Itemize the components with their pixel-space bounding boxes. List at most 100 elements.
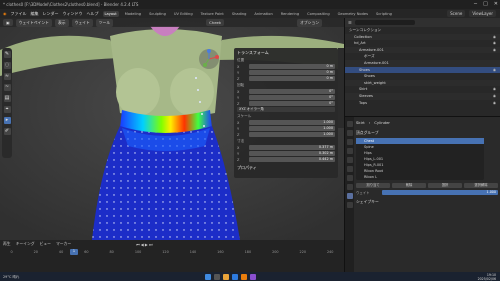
draw-tool-icon[interactable]: ✎: [3, 51, 11, 58]
outliner-item[interactable]: skirt_weight: [345, 79, 500, 87]
blender-logo-icon[interactable]: ◉: [3, 11, 7, 16]
location-z-field[interactable]: Z 0 m: [237, 76, 335, 81]
vertex-groups-header[interactable]: 頂点グループ: [356, 130, 498, 136]
outliner-item[interactable]: シーンコレクション: [345, 27, 500, 34]
workspace-tab-scripting[interactable]: Scripting: [374, 11, 394, 17]
smear-tool-icon[interactable]: ~: [3, 84, 11, 91]
dimensions-x-field[interactable]: X 0.377 m: [237, 145, 335, 150]
system-clock[interactable]: 19:10 2025/02/06: [478, 273, 496, 281]
scale-x-field[interactable]: X 1.000: [237, 120, 335, 125]
object-tab-icon[interactable]: [346, 166, 353, 172]
transform-header[interactable]: トランスフォーム: [237, 50, 335, 56]
workspace-tab-texture-paint[interactable]: Texture Paint: [199, 11, 226, 17]
eye-icon[interactable]: ◉: [493, 100, 496, 107]
outliner-item-selected[interactable]: Shoes ◉: [345, 66, 500, 74]
workspace-tab-animation[interactable]: Animation: [252, 11, 274, 17]
workspace-tab-geometry-nodes[interactable]: Geometry Nodes: [336, 11, 370, 17]
menu-edit[interactable]: 編集: [31, 11, 39, 17]
shape-keys-header[interactable]: シェイプキー: [356, 199, 498, 205]
location-y-field[interactable]: Y 0 m: [237, 70, 335, 75]
field-value[interactable]: 0.302 m: [249, 151, 335, 156]
start-icon[interactable]: [205, 273, 211, 280]
material-tab-icon[interactable]: [346, 202, 353, 208]
timeline[interactable]: 再生 キーイング ビュー マーカー ⏮ ◀ ▶ ⏭ 0 20 40 60 80 …: [0, 240, 344, 272]
average-tool-icon[interactable]: ≈: [3, 73, 11, 80]
menu-help[interactable]: ヘルプ: [87, 11, 99, 17]
mesh-data-tab-icon[interactable]: [346, 193, 353, 199]
outliner-item[interactable]: Armature.001 ◉: [345, 46, 500, 54]
dimensions-z-field[interactable]: Z 0.442 m: [237, 157, 335, 162]
menu-marker[interactable]: マーカー: [56, 241, 71, 247]
field-value[interactable]: 0 m: [249, 76, 335, 81]
field-value[interactable]: 0.442 m: [249, 157, 335, 162]
modifier-tab-icon[interactable]: [346, 175, 353, 181]
scene-selector[interactable]: Scene: [447, 10, 466, 17]
workspace-tab-sculpting[interactable]: Sculpting: [147, 11, 168, 17]
assign-button[interactable]: 割り当て: [356, 183, 390, 188]
field-value[interactable]: 0 m: [249, 70, 335, 75]
navigation-gizmo-icon[interactable]: [198, 48, 220, 70]
menu-render[interactable]: レンダー: [43, 11, 59, 17]
eye-icon[interactable]: ◉: [493, 34, 496, 41]
app-icon[interactable]: [250, 273, 256, 280]
menu-tool[interactable]: ツール: [95, 18, 114, 27]
current-frame-indicator[interactable]: 1: [70, 249, 78, 255]
outliner-item[interactable]: Sleeves ◉: [345, 92, 500, 100]
outliner-item[interactable]: Armature.001: [345, 59, 500, 67]
annotate-tool-icon[interactable]: ✐: [3, 128, 11, 135]
rotation-x-field[interactable]: X 0°: [237, 89, 335, 94]
rotation-z-field[interactable]: Z 0°: [237, 101, 335, 106]
menu-view[interactable]: 表示: [54, 18, 69, 27]
blender-app-icon[interactable]: [241, 273, 247, 280]
outliner-item[interactable]: Shoes: [345, 73, 500, 80]
weight-field[interactable]: 1.000: [382, 190, 498, 195]
sidebar-tabs[interactable]: [338, 48, 344, 128]
menu-window[interactable]: ウィンドウ: [63, 11, 83, 17]
field-value[interactable]: 0°: [249, 95, 335, 100]
menu-file[interactable]: ファイル: [11, 11, 27, 17]
menu-playback[interactable]: 再生: [3, 241, 11, 247]
workspace-tab-compositing[interactable]: Compositing: [305, 11, 332, 17]
render-tab-icon[interactable]: [346, 130, 353, 136]
play-controls-icon[interactable]: ⏮ ◀ ▶ ⏭: [136, 242, 152, 247]
outliner-item[interactable]: hd_Art ◉: [345, 40, 500, 47]
scene-tab-icon[interactable]: [346, 148, 353, 154]
menu-keying[interactable]: キーイング: [16, 241, 35, 247]
outliner-item[interactable]: Tops ◉: [345, 100, 500, 107]
close-icon[interactable]: ✕: [494, 1, 498, 7]
eye-icon[interactable]: ◉: [493, 67, 496, 74]
scale-y-field[interactable]: Y 1.000: [237, 126, 335, 131]
file-explorer-icon[interactable]: [223, 273, 229, 280]
properties-header[interactable]: プロパティ: [237, 165, 335, 171]
sample-weight-icon[interactable]: ⌖: [3, 106, 11, 113]
outliner-search-input[interactable]: [354, 20, 415, 25]
field-value[interactable]: 0°: [249, 89, 335, 94]
eye-icon[interactable]: ◉: [493, 93, 496, 100]
field-value[interactable]: 0 m: [249, 64, 335, 69]
options-button[interactable]: オプション: [297, 18, 323, 27]
blur-tool-icon[interactable]: ◌: [3, 62, 11, 69]
select-tool-icon[interactable]: ▸: [3, 117, 11, 124]
outliner-item[interactable]: Collection ◉: [345, 33, 500, 41]
select-button[interactable]: 選択: [428, 183, 462, 188]
eye-icon[interactable]: ◉: [493, 40, 496, 47]
filter-icon[interactable]: ☰: [348, 20, 352, 25]
minimize-icon[interactable]: ─: [474, 1, 477, 7]
field-value[interactable]: 1.000: [249, 132, 335, 137]
editor-type-button[interactable]: ▣: [3, 19, 13, 26]
menu-view-timeline[interactable]: ビュー: [40, 241, 51, 247]
deselect-button[interactable]: 選択解除: [464, 183, 498, 188]
location-x-field[interactable]: X 0 m: [237, 64, 335, 69]
search-icon[interactable]: [214, 273, 220, 280]
frame-ruler[interactable]: 0 20 40 60 80 100 120 140 160 180 200 22…: [0, 250, 344, 256]
outliner-item[interactable]: ポーズ: [345, 53, 500, 60]
eye-icon[interactable]: ◉: [493, 86, 496, 93]
tool-tab-icon[interactable]: [346, 121, 353, 127]
outliner-item[interactable]: Skirt ◉: [345, 86, 500, 93]
field-value[interactable]: 1.000: [249, 126, 335, 131]
gradient-tool-icon[interactable]: ▤: [3, 95, 11, 102]
vertex-group-list[interactable]: Chest Spine Hips Hips_L.001 Hips_R.001 R…: [356, 138, 484, 180]
workspace-tab-shading[interactable]: Shading: [230, 11, 249, 17]
field-value[interactable]: 0.377 m: [249, 145, 335, 150]
physics-tab-icon[interactable]: [346, 184, 353, 190]
